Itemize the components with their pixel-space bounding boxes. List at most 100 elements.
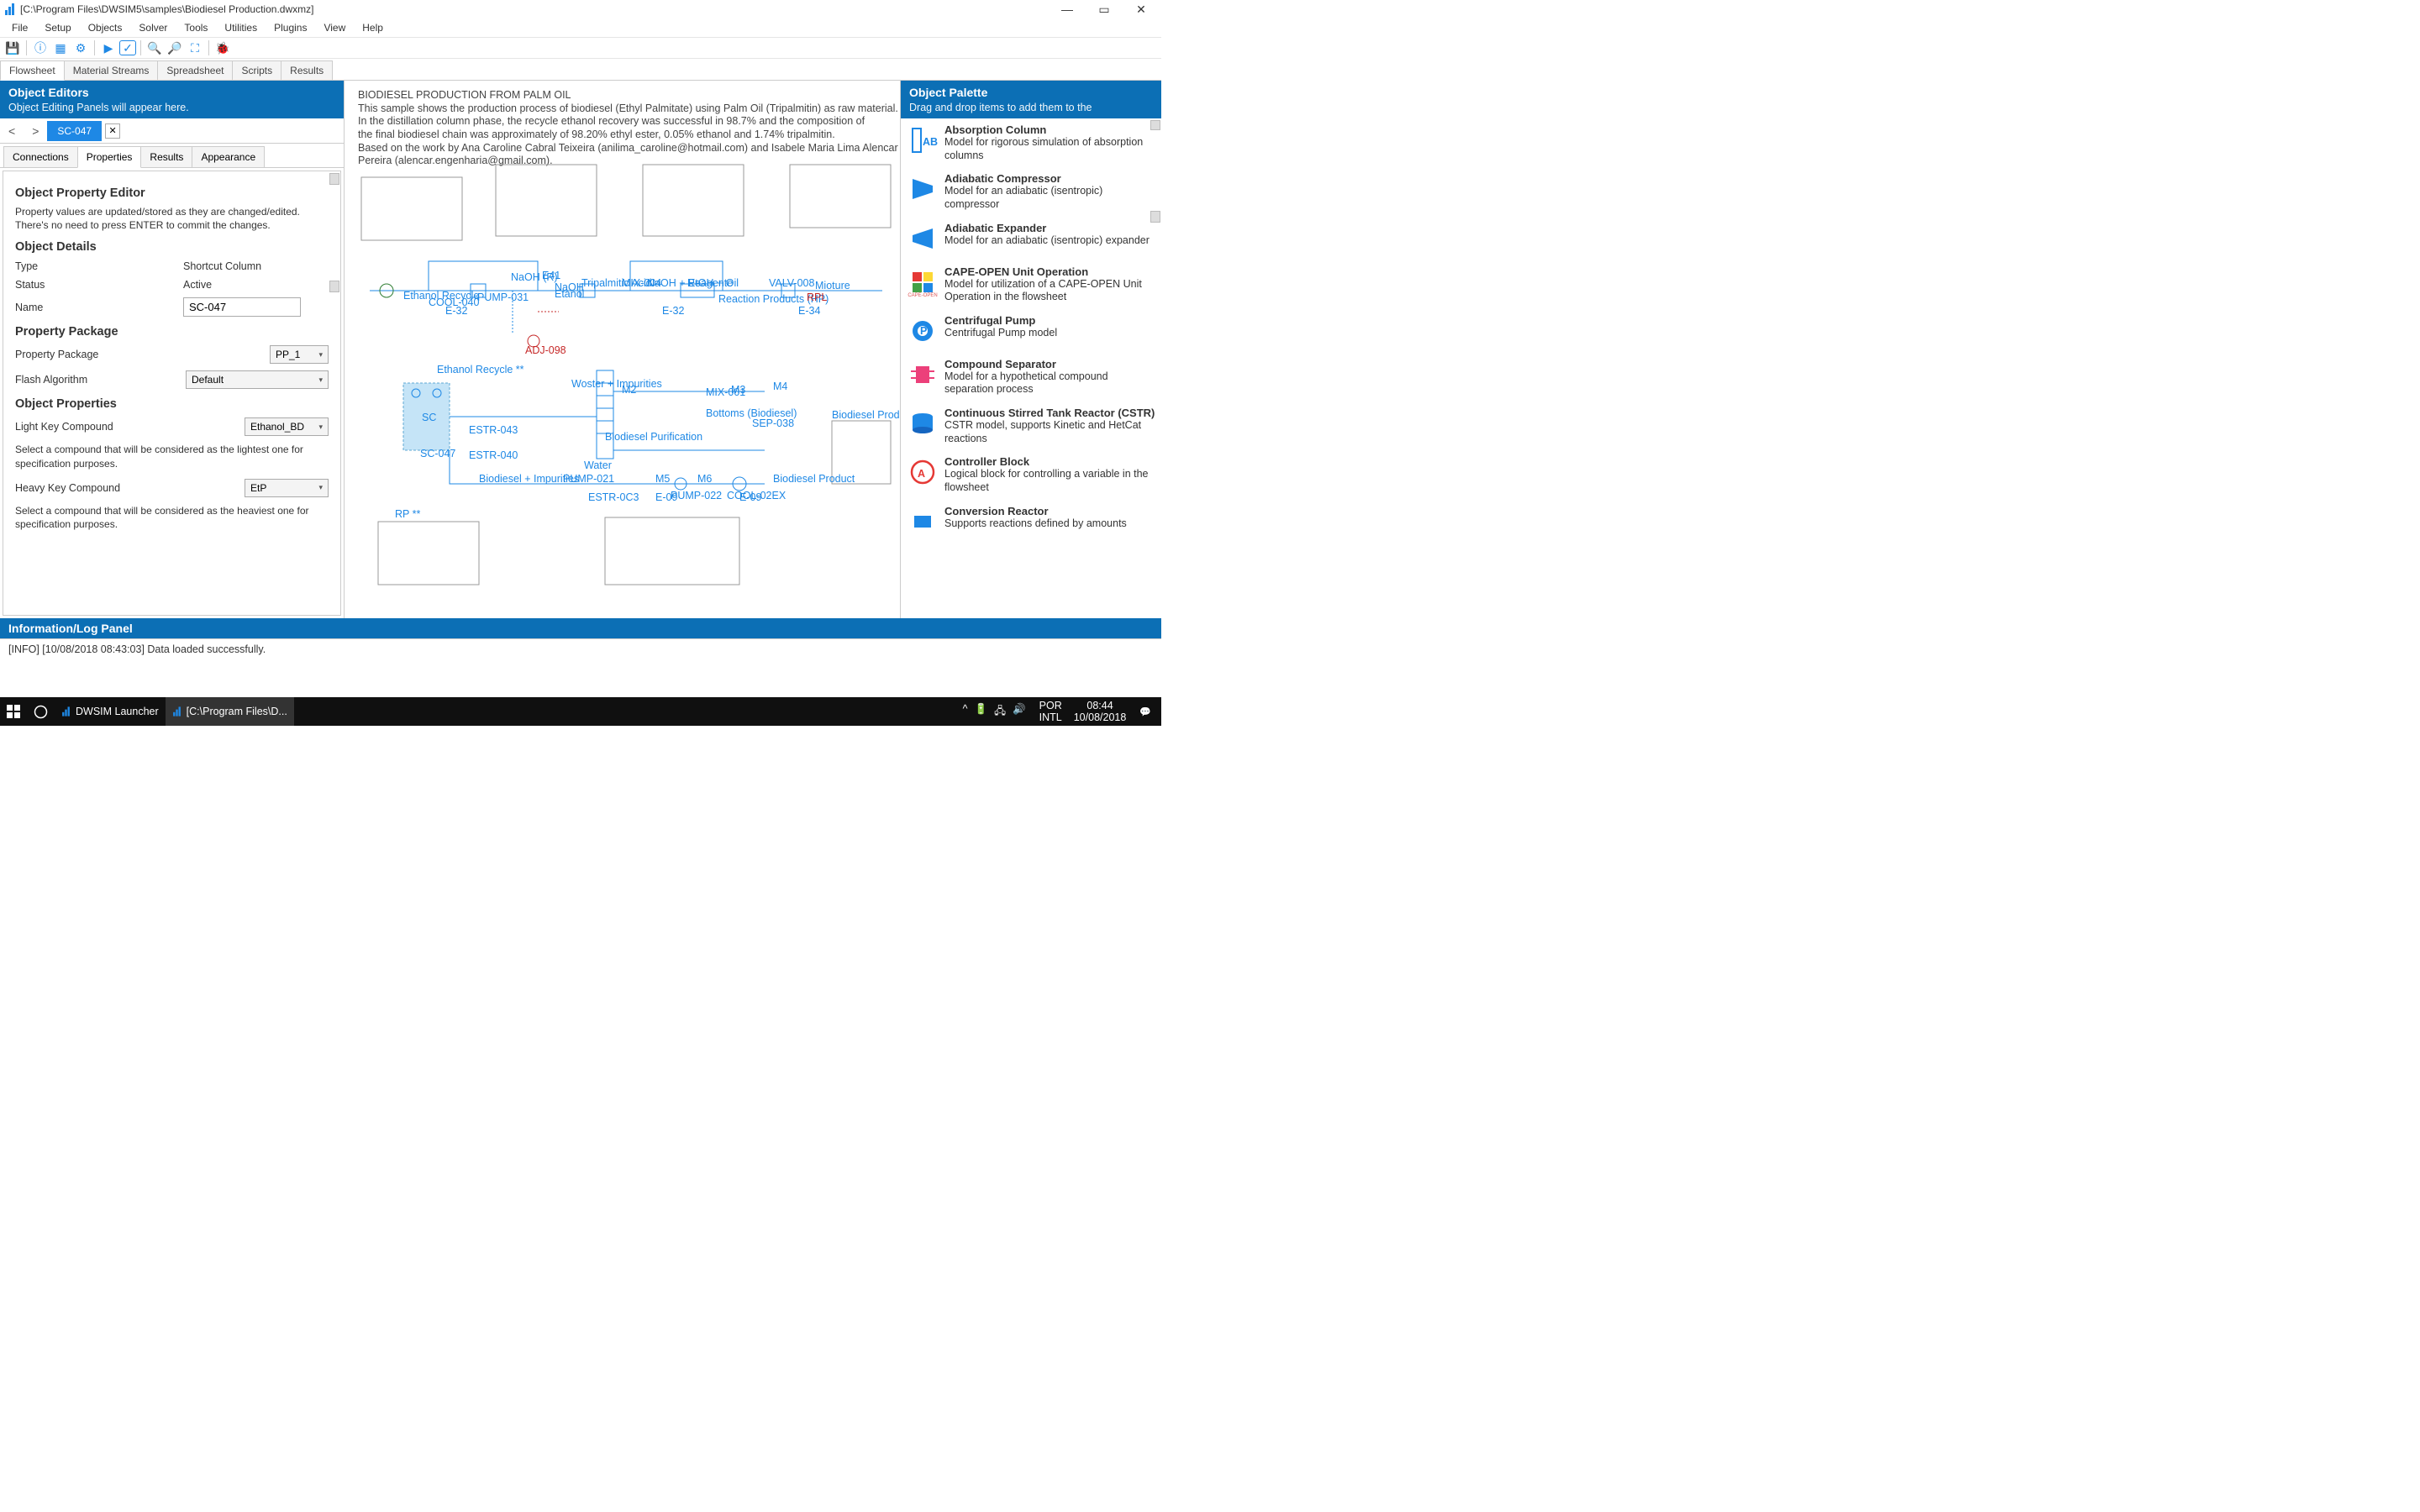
editor-scrollbar-right[interactable] xyxy=(329,281,339,292)
window-title: [C:\Program Files\DWSIM5\samples\Biodies… xyxy=(20,3,313,15)
chevron-up-icon[interactable]: ^ xyxy=(963,703,968,721)
menu-plugins[interactable]: Plugins xyxy=(266,20,315,35)
palette-item-compressor[interactable]: Adiabatic CompressorModel for an adiabat… xyxy=(901,167,1161,216)
lk-help: Select a compound that will be considere… xyxy=(15,443,329,470)
svg-text:E-34: E-34 xyxy=(798,305,820,317)
battery-icon[interactable]: 🔋 xyxy=(975,703,988,721)
cortana-button[interactable] xyxy=(27,697,55,726)
hk-select[interactable]: EtP xyxy=(245,479,329,497)
type-value: Shortcut Column xyxy=(183,260,329,272)
name-input[interactable] xyxy=(183,297,301,317)
menu-view[interactable]: View xyxy=(315,20,354,35)
object-tab-sc047[interactable]: SC-047 xyxy=(47,121,102,141)
info-icon[interactable]: ⓘ xyxy=(31,39,50,57)
menu-solver[interactable]: Solver xyxy=(130,20,176,35)
tab-connections[interactable]: Connections xyxy=(3,146,78,167)
taskbar: DWSIM Launcher [C:\Program Files\D... ^ 🔋… xyxy=(0,697,1161,726)
svg-text:E-09: E-09 xyxy=(655,491,677,503)
tab-properties[interactable]: Properties xyxy=(77,146,142,168)
menu-tools[interactable]: Tools xyxy=(176,20,216,35)
menu-help[interactable]: Help xyxy=(354,20,392,35)
tab-scripts[interactable]: Scripts xyxy=(232,60,281,80)
menu-file[interactable]: File xyxy=(3,20,36,35)
zoom-out-icon[interactable]: 🔎 xyxy=(166,39,184,57)
palette-scrollbar[interactable] xyxy=(1150,120,1160,130)
object-tab-close[interactable]: ✕ xyxy=(105,123,120,139)
app-icon xyxy=(5,3,17,15)
tab-appearance[interactable]: Appearance xyxy=(192,146,265,167)
svg-text:Etanol: Etanol xyxy=(555,288,584,300)
tray-lang[interactable]: PORINTL xyxy=(1034,700,1067,724)
svg-text:M5: M5 xyxy=(655,473,670,485)
flash-label: Flash Algorithm xyxy=(15,374,183,386)
svg-text:RPL: RPL xyxy=(807,291,827,303)
volume-icon[interactable]: 🔊 xyxy=(1013,703,1026,721)
minimize-button[interactable]: — xyxy=(1049,0,1086,18)
nav-back[interactable]: < xyxy=(0,124,24,138)
maximize-button[interactable]: ▭ xyxy=(1086,0,1123,18)
tab-spreadsheet[interactable]: Spreadsheet xyxy=(157,60,233,80)
network-icon[interactable]: 🖧 xyxy=(994,703,1006,721)
save-icon[interactable]: 💾 xyxy=(3,39,22,57)
svg-text:SC: SC xyxy=(422,412,436,423)
palette-scrollbar2[interactable] xyxy=(1150,211,1160,223)
flash-select[interactable]: Default xyxy=(186,370,329,389)
sliders-icon[interactable]: ⚙ xyxy=(71,39,90,57)
tray-clock[interactable]: 08:4410/08/2018 xyxy=(1069,700,1132,724)
flowsheet-diagram: SC SC-047 COOL-02EX PUMP-022 ADJ-098 xyxy=(345,81,899,618)
svg-text:Biodiesel Product: Biodiesel Product xyxy=(773,473,855,485)
task-dwsim-launcher[interactable]: DWSIM Launcher xyxy=(55,697,166,726)
svg-text:Biodiesel Product: Biodiesel Product xyxy=(832,409,899,421)
start-button[interactable] xyxy=(0,697,27,726)
bug-icon[interactable]: 🐞 xyxy=(213,39,232,57)
tab-material-streams[interactable]: Material Streams xyxy=(64,60,159,80)
notifications-icon[interactable]: 💬 xyxy=(1133,697,1158,726)
grid-icon[interactable]: ▦ xyxy=(51,39,70,57)
svg-text:PUMP-031: PUMP-031 xyxy=(477,291,529,303)
expander-icon xyxy=(906,222,939,255)
hk-label: Heavy Key Compound xyxy=(15,482,183,494)
palette-item-cstr[interactable]: Continuous Stirred Tank Reactor (CSTR)CS… xyxy=(901,402,1161,450)
palette-item-conversion[interactable]: Conversion ReactorSupports reactions def… xyxy=(901,500,1161,543)
pkg-select[interactable]: PP_1 xyxy=(270,345,329,364)
palette-title: Object Palette xyxy=(909,86,1153,99)
tab-flowsheet[interactable]: Flowsheet xyxy=(0,60,65,81)
palette-list[interactable]: AB Absorption ColumnModel for rigorous s… xyxy=(901,118,1161,618)
editor-scrollbar[interactable] xyxy=(329,173,339,185)
close-button[interactable]: ✕ xyxy=(1123,0,1160,18)
menu-objects[interactable]: Objects xyxy=(80,20,131,35)
palette-item-pump[interactable]: P Centrifugal PumpCentrifugal Pump model xyxy=(901,309,1161,353)
details-heading: Object Details xyxy=(15,240,329,254)
compressor-icon xyxy=(906,172,939,206)
tab-results-ed[interactable]: Results xyxy=(140,146,192,167)
nav-fwd[interactable]: > xyxy=(24,124,47,138)
tray-icons[interactable]: ^ 🔋 🖧 🔊 xyxy=(956,703,1033,721)
menu-setup[interactable]: Setup xyxy=(36,20,79,35)
play-icon[interactable]: ▶ xyxy=(99,39,118,57)
name-label: Name xyxy=(15,302,183,313)
status-value: Active xyxy=(183,279,329,291)
zoom-in-icon[interactable]: 🔍 xyxy=(145,39,164,57)
tab-results[interactable]: Results xyxy=(281,60,333,80)
log-body: [INFO] [10/08/2018 08:43:03] Data loaded… xyxy=(0,638,1161,696)
lk-select[interactable]: Ethanol_BD xyxy=(245,417,329,436)
palette-item-expander[interactable]: Adiabatic ExpanderModel for an adiabatic… xyxy=(901,217,1161,260)
zoom-fit-icon[interactable]: ⛶ xyxy=(186,39,204,57)
palette-item-absorption[interactable]: AB Absorption ColumnModel for rigorous s… xyxy=(901,118,1161,167)
palette-item-capeopen[interactable]: CAPE-OPEN CAPE-OPEN Unit OperationModel … xyxy=(901,260,1161,309)
document-tabs: Flowsheet Material Streams Spreadsheet S… xyxy=(0,59,1161,81)
check-icon[interactable]: ✓ xyxy=(119,40,136,55)
svg-text:M4: M4 xyxy=(773,381,787,392)
svg-text:SC-047: SC-047 xyxy=(420,448,455,459)
svg-text:VALV-008: VALV-008 xyxy=(769,277,814,289)
pkg-heading: Property Package xyxy=(15,325,329,339)
palette-item-separator[interactable]: Compound SeparatorModel for a hypothetic… xyxy=(901,353,1161,402)
palette-item-controller[interactable]: A Controller BlockLogical block for cont… xyxy=(901,450,1161,499)
svg-text:RP **: RP ** xyxy=(395,508,420,520)
svg-text:Woster + Impurities: Woster + Impurities xyxy=(571,378,662,390)
flowsheet-canvas[interactable]: BIODIESEL PRODUCTION FROM PALM OIL This … xyxy=(345,81,900,618)
task-dwsim-app[interactable]: [C:\Program Files\D... xyxy=(166,697,294,726)
menu-utilities[interactable]: Utilities xyxy=(216,20,266,35)
editors-title: Object Editors xyxy=(8,86,335,99)
property-editor-body: Object Property Editor Property values a… xyxy=(3,171,341,616)
